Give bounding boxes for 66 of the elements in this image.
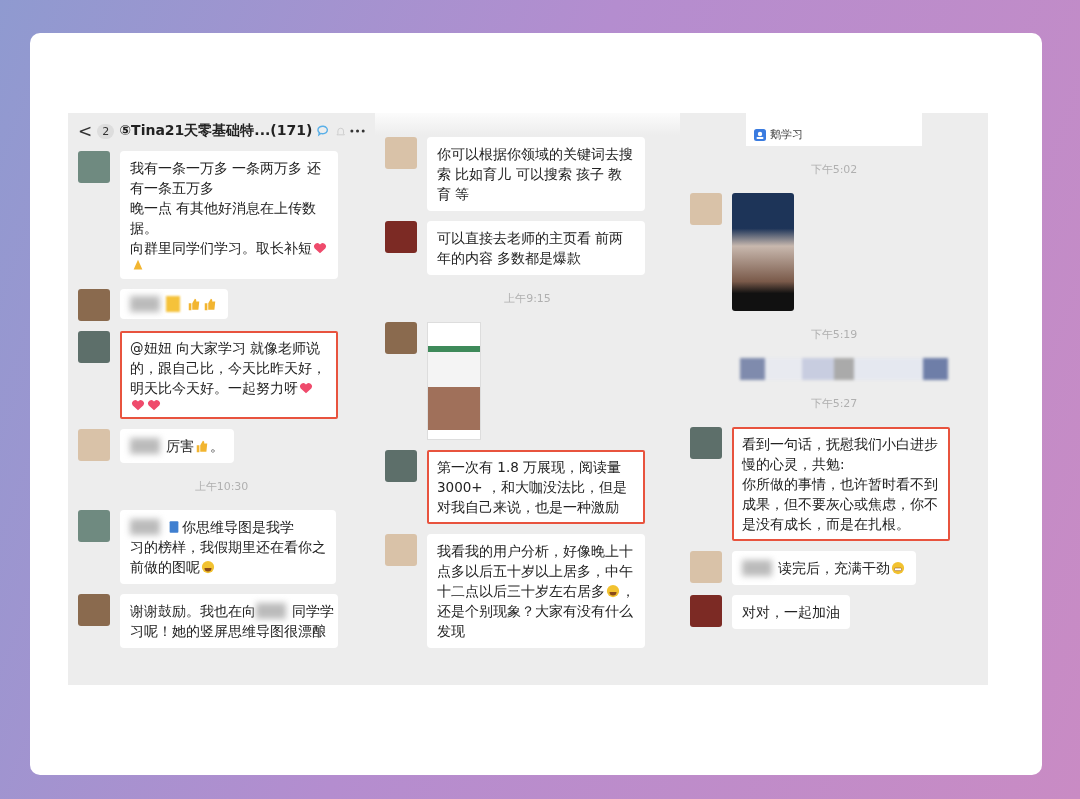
blurred-name (130, 438, 160, 454)
message-text: 读完后，充满干劲 (778, 559, 890, 578)
message-text: 我看我的用户分析，好像晚上十点多以后五十岁以上居多，中午 (437, 542, 634, 581)
screenshot-thumbnail[interactable] (427, 322, 481, 440)
blurred-name (130, 296, 160, 312)
message-text: 可以直接去老师的主页看 前两年的内容 多数都是爆款 (437, 229, 625, 268)
photo-placeholder[interactable] (732, 193, 794, 311)
message-text: 前做的图呢 (130, 558, 200, 577)
message-text: @妞妞 向大家学习 就像老师说的，跟自己比，今天比昨天好， (130, 339, 327, 378)
laughing-face-icon (606, 584, 620, 598)
avatar[interactable] (690, 427, 722, 459)
avatar[interactable] (690, 193, 722, 225)
heart-icon (299, 381, 313, 395)
book-icon (167, 520, 181, 534)
message-text: 第一次有 1.8 万展现，阅读量 3000+ ，和大咖没法比，但是对我自己来说，也是一种激励 (437, 458, 628, 517)
blurred-name (130, 519, 160, 535)
avatar[interactable] (385, 450, 417, 482)
avatar[interactable] (690, 595, 722, 627)
thumbs-up-icon (187, 297, 201, 311)
heart-icon (131, 398, 145, 412)
heart-icon (147, 398, 161, 412)
link-card[interactable]: 鹅学习 (746, 113, 922, 146)
thumbs-up-icon (195, 439, 209, 453)
chat-title: ⑤Tina21天零基础特...(171) (119, 122, 313, 140)
message-text: 十二点以后三十岁左右居多 (437, 582, 605, 601)
heart-icon (313, 241, 327, 255)
chat-bubble-icon (317, 125, 331, 137)
avatar[interactable] (78, 331, 110, 363)
message-text: 明天比今天好。一起努力呀 (130, 379, 298, 398)
avatar[interactable] (78, 151, 110, 183)
laughing-face-icon (201, 560, 215, 574)
message-text: 。 (210, 437, 224, 456)
avatar[interactable] (385, 137, 417, 169)
message-text: 习的榜样，我假期里还在看你之 (130, 538, 326, 557)
message-text: 同学学 (292, 602, 334, 621)
blurred-name (256, 603, 286, 619)
blurred-sticker (166, 296, 180, 312)
message-text: 习呢！她的竖屏思维导图很漂酿 (130, 622, 327, 641)
message-text: 厉害 (166, 437, 194, 456)
avatar[interactable] (385, 322, 417, 354)
avatar[interactable] (78, 289, 110, 321)
message-text: 谢谢鼓励。我也在向 (130, 602, 256, 621)
grinning-face-icon (891, 561, 905, 575)
message-text: ， (621, 582, 635, 601)
message-text: 我有一条一万多 一条两万多 还有一条五万多 (130, 159, 322, 198)
message-text: 对对，一起加油 (742, 603, 840, 622)
back-button[interactable]: < (78, 121, 93, 141)
blurred-name (742, 560, 772, 576)
unread-badge: 2 (97, 123, 115, 139)
bell-icon (335, 125, 345, 137)
message-text: 向群里同学们学习。取长补短 (130, 239, 312, 258)
avatar[interactable] (385, 221, 417, 253)
message-text: 你可以根据你领域的关键词去搜索 比如育儿 可以搜索 孩子 教育 等 (437, 145, 634, 204)
message-text: 还是个别现象？大家有没有什么发现 (437, 602, 634, 641)
avatar[interactable] (690, 551, 722, 583)
thumbs-up-icon (203, 297, 217, 311)
more-icon[interactable] (349, 129, 365, 133)
message-text: 你思维导图是我学 (182, 518, 294, 537)
avatar[interactable] (78, 594, 110, 626)
message-text: 看到一句话，抚慰我们小白进步慢的心灵，共勉: (742, 435, 939, 474)
avatar[interactable] (78, 429, 110, 461)
message-text: 晚一点 有其他好消息在上传数据。 (130, 199, 318, 238)
avatar[interactable] (78, 510, 110, 542)
avatar[interactable] (385, 534, 417, 566)
app-logo-icon (754, 128, 766, 141)
message-text: 你所做的事情，也许暂时看不到成果，但不要灰心或焦虑，你不是没有成长，而是在扎根。 (742, 475, 939, 534)
